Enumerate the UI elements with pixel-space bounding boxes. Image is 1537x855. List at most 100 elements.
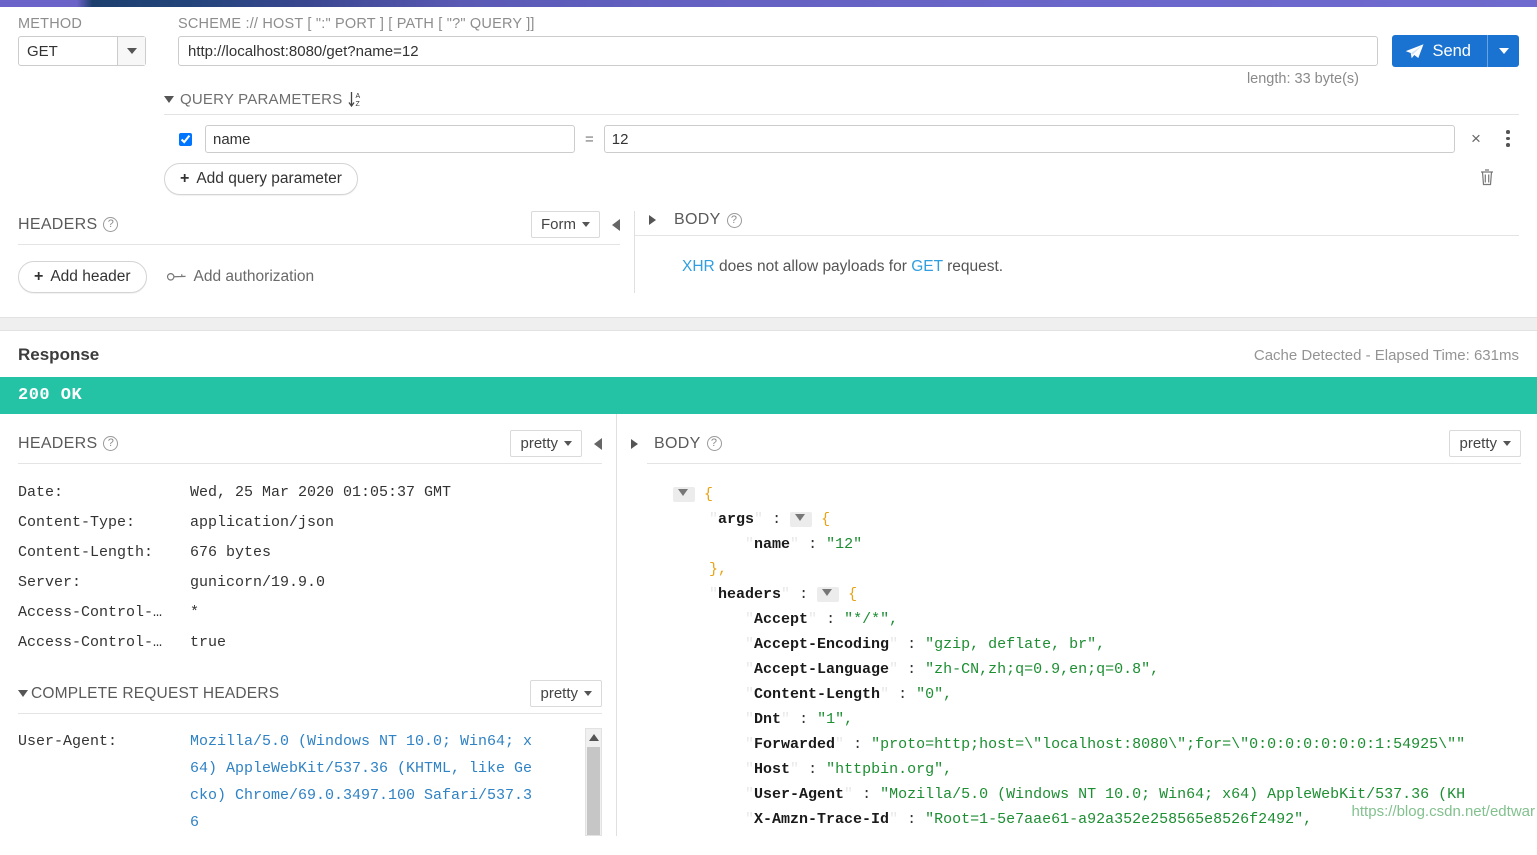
json-line: "Host" : "httpbin.org", [673, 757, 1537, 782]
header-value: Wed, 25 Mar 2020 01:05:37 GMT [190, 484, 452, 501]
json-key: User-Agent [754, 786, 845, 803]
json-quote: " [745, 636, 755, 653]
request-body-title-text: BODY [674, 211, 721, 228]
json-quote: " [745, 736, 755, 753]
query-parameters-header[interactable]: QUERY PARAMETERS A Z [164, 91, 1519, 115]
json-colon: : [799, 761, 827, 778]
json-line: "User-Agent" : "Mozilla/5.0 (Windows NT … [673, 782, 1537, 807]
response-headers-panel: HEADERS ? pretty Date: Wed, 25 Mar 2020 … [0, 414, 616, 836]
header-name: Server: [18, 574, 82, 591]
json-colon: : [844, 736, 872, 753]
response-headers-format-select[interactable]: pretty [510, 430, 582, 457]
json-quote: " [781, 711, 791, 728]
json-colon: : [898, 811, 926, 828]
user-agent-row: User-Agent: Mozilla/5.0 (Windows NT 10.0… [18, 728, 602, 836]
json-value: "Mozilla/5.0 (Windows NT 10.0; Win64; x6… [880, 786, 1466, 803]
complete-request-headers-title: COMPLETE REQUEST HEADERS [18, 685, 279, 703]
json-collapse-toggle[interactable] [673, 487, 695, 502]
json-key: Forwarded [754, 736, 836, 753]
response-headers-title: HEADERS ? [18, 435, 119, 453]
json-quote: " [745, 811, 755, 828]
json-collapse-toggle[interactable] [817, 587, 840, 602]
response-headers-panel-header: HEADERS ? pretty [18, 430, 602, 464]
response-body-title: BODY ? [654, 435, 722, 453]
url-input[interactable] [178, 36, 1379, 66]
chevron-down-icon [1498, 48, 1509, 54]
xhr-link[interactable]: XHR [682, 258, 715, 275]
header-name: Date: [18, 484, 64, 501]
delete-all-query-parameters-icon[interactable] [1479, 168, 1495, 191]
query-parameter-menu-icon[interactable] [1497, 128, 1519, 150]
query-parameter-enabled-checkbox[interactable] [179, 132, 192, 146]
json-value: "gzip, deflate, br", [925, 636, 1106, 653]
sort-alpha-icon[interactable]: A Z [348, 91, 363, 108]
triangle-down-icon [795, 514, 806, 522]
send-button[interactable]: Send [1392, 35, 1487, 67]
add-header-button[interactable]: + Add header [18, 261, 147, 293]
json-key: Content-Length [754, 686, 881, 703]
help-icon[interactable]: ? [706, 436, 722, 451]
plus-icon: + [180, 170, 190, 187]
json-colon: : [898, 661, 926, 678]
json-viewer[interactable]: { "args" : { "name" : "12" }, "headers" … [617, 482, 1537, 832]
collapse-left-icon[interactable] [612, 218, 620, 231]
json-quote: " [889, 636, 899, 653]
triangle-down-icon [678, 489, 688, 497]
triangle-right-icon[interactable] [649, 215, 656, 225]
complete-request-headers-title-text: COMPLETE REQUEST HEADERS [31, 684, 280, 702]
json-quote: " [745, 611, 755, 628]
request-body-note: XHR does not allow payloads for GET requ… [673, 258, 1519, 276]
section-separator [0, 317, 1537, 331]
query-parameter-key-input[interactable] [205, 125, 575, 153]
json-colon: : [853, 786, 881, 803]
scroll-up-icon[interactable] [588, 734, 599, 741]
query-parameter-value-input[interactable] [603, 125, 1455, 153]
json-line: }, [673, 557, 1537, 582]
json-key: Accept [754, 611, 809, 628]
response-body-format-select[interactable]: pretty [1449, 430, 1521, 457]
json-key: X-Amzn-Trace-Id [754, 811, 890, 828]
request-headers-title-text: HEADERS [18, 215, 98, 233]
user-agent-scrollbar[interactable] [585, 728, 602, 836]
scrollbar-thumb[interactable] [587, 747, 600, 835]
help-icon[interactable]: ? [103, 436, 119, 451]
method-dropdown-toggle[interactable] [117, 37, 145, 65]
json-brace: { [704, 486, 714, 503]
header-name: Content-Length: [18, 544, 154, 561]
json-quote: " [808, 611, 818, 628]
json-collapse-toggle[interactable] [790, 512, 813, 527]
method-link[interactable]: GET [911, 258, 943, 275]
triangle-right-icon[interactable] [631, 438, 638, 449]
json-quote: " [790, 536, 800, 553]
collapse-left-icon[interactable] [594, 437, 602, 450]
add-authorization-button[interactable]: Add authorization [166, 268, 314, 287]
json-quote: " [835, 736, 845, 753]
json-brace: { [821, 511, 831, 528]
request-line: GET Send [18, 35, 1519, 67]
complete-request-headers-format-select[interactable]: pretty [530, 680, 602, 707]
panel-collapse-controls [612, 218, 620, 231]
request-headers-format-select[interactable]: Form [531, 211, 600, 238]
json-quote: " [790, 761, 800, 778]
response-panel-collapse-controls [594, 437, 602, 450]
add-query-parameter-button[interactable]: + Add query parameter [164, 163, 358, 195]
url-length-text: length: 33 byte(s) [1246, 71, 1359, 87]
body-note-suffix: request. [942, 258, 1004, 275]
header-name: Content-Type: [18, 514, 136, 531]
remove-query-parameter-icon[interactable]: × [1465, 129, 1487, 149]
send-options-button[interactable] [1487, 35, 1519, 67]
url-label: SCHEME :// HOST [ ":" PORT ] [ PATH [ "?… [178, 16, 535, 32]
json-brace: { [848, 586, 858, 603]
complete-request-headers-header[interactable]: COMPLETE REQUEST HEADERS pretty [18, 680, 602, 714]
table-row: Content-Length: 676 bytes [18, 538, 602, 568]
table-row: Access-Control-… * [18, 598, 602, 628]
help-icon[interactable]: ? [726, 212, 742, 228]
response-headers-format-value: pretty [520, 435, 558, 452]
json-colon: : [763, 511, 791, 528]
help-icon[interactable]: ? [103, 217, 119, 232]
header-value: true [190, 634, 227, 651]
json-line: "name" : "12" [673, 532, 1537, 557]
query-parameters-title: QUERY PARAMETERS [180, 91, 343, 108]
method-select[interactable]: GET [18, 36, 146, 66]
response-body-format-value: pretty [1459, 435, 1497, 452]
